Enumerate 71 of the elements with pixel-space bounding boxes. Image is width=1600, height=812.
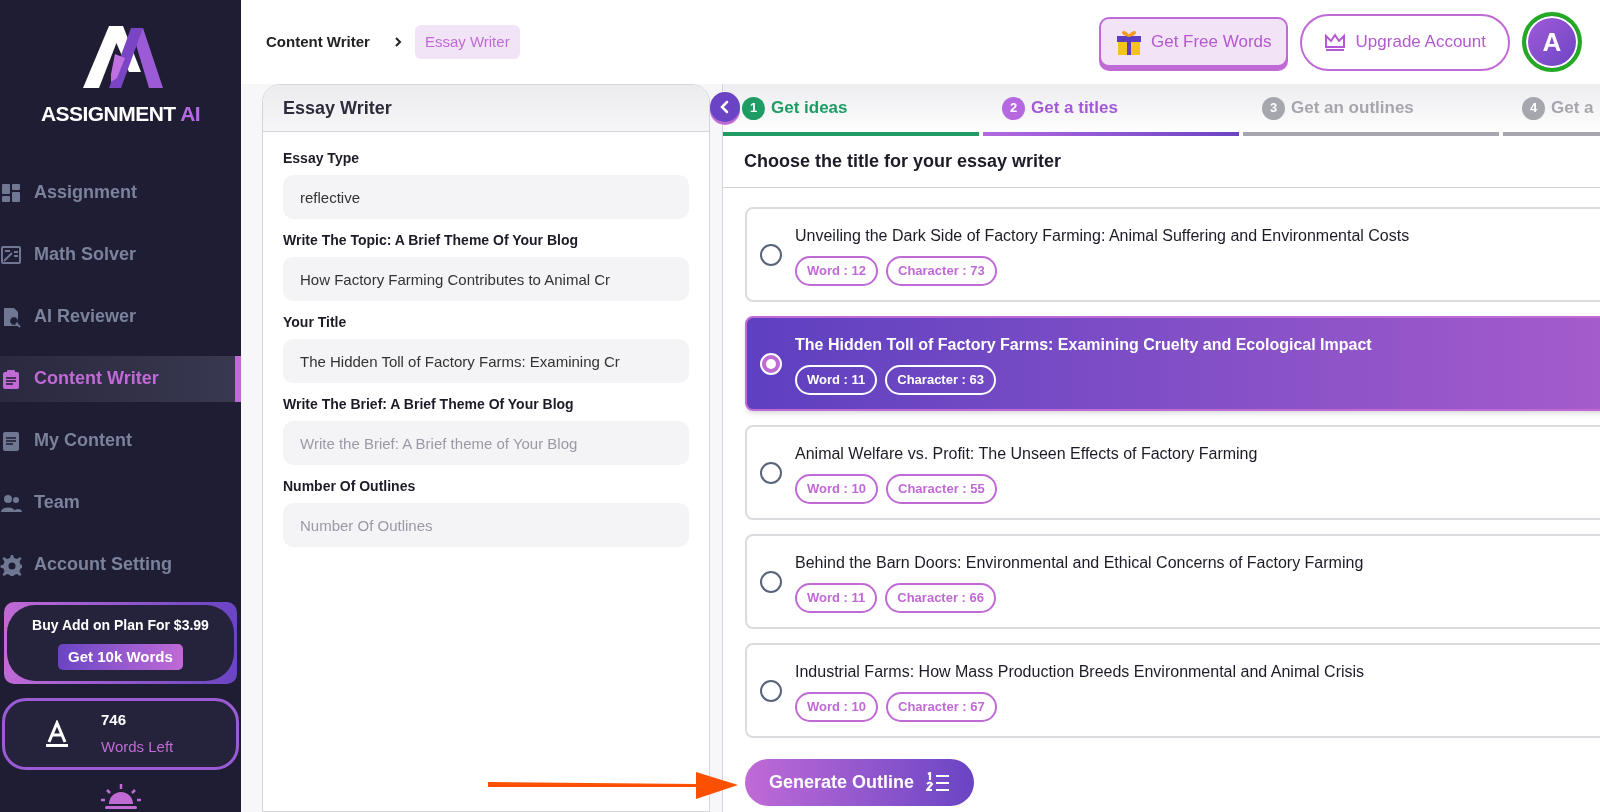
- nav-item[interactable]: My Content: [0, 417, 241, 464]
- clipboard-icon: [0, 367, 22, 390]
- generate-outline-button[interactable]: Generate Outline: [745, 759, 975, 806]
- section-heading: Choose the title for your essay writer: [744, 150, 1062, 173]
- words-count: 746: [101, 710, 128, 731]
- step-number: 2: [1002, 96, 1025, 120]
- title-text: Unveiling the Dark Side of Factory Farming: Animal Suffering and Environmental Costs: [795, 225, 1410, 246]
- breadcrumb-link[interactable]: Essay Writer: [414, 24, 520, 60]
- title-text: Behind the Barn Doors: Environmental and Ethical Concerns of Factory Farming: [795, 552, 1364, 573]
- words-left-label: Words Left: [101, 736, 174, 757]
- word-count-tag: Word : 10: [795, 473, 878, 504]
- word-count-tag: Word : 11: [795, 582, 878, 613]
- logo-text: ASSIGNMENT AI: [40, 101, 201, 127]
- radio-button[interactable]: [760, 679, 782, 702]
- nav-item[interactable]: Account Setting: [0, 541, 241, 588]
- title-text: Animal Welfare vs. Profit: The Unseen Effects of Factory Farming: [795, 443, 1258, 464]
- title-text: Industrial Farms: How Mass Production Breeds Environmental and Animal Crisis: [795, 661, 1365, 682]
- chevron-right-icon: [392, 36, 403, 48]
- gift-icon: [1114, 28, 1143, 56]
- input-field[interactable]: Write the Brief: A Brief theme of Your Blog: [283, 421, 689, 465]
- chevron-left-icon: [719, 100, 731, 114]
- avatar[interactable]: A: [1522, 12, 1582, 72]
- input-field[interactable]: How Factory Farming Contributes to Animal Cr: [283, 257, 689, 301]
- get-words-button[interactable]: Get 10k Words: [58, 643, 183, 671]
- word-count-tag: Word : 11: [795, 364, 878, 395]
- upgrade-account-button[interactable]: Upgrade Account: [1299, 13, 1510, 71]
- radio-button[interactable]: [760, 243, 782, 266]
- character-count-tag: Character : 73: [886, 255, 997, 286]
- word-count-tag: Word : 12: [795, 255, 878, 286]
- step-tab[interactable]: 4 Get a: [1522, 84, 1594, 132]
- field-label: Your Title: [283, 313, 348, 332]
- word-count-tag: Word : 10: [795, 691, 878, 722]
- input-field[interactable]: reflective: [283, 175, 689, 219]
- sunrise-icon[interactable]: [98, 782, 143, 812]
- crown-icon: [1323, 32, 1346, 52]
- title-option[interactable]: Unveiling the Dark Side of Factory Farming: Animal Suffering and Environmental Costs Word : 12 Character : 73: [745, 207, 1600, 302]
- character-count-tag: Character : 67: [886, 691, 997, 722]
- field-label: Essay Type: [283, 149, 360, 168]
- step-number: 1: [742, 96, 765, 120]
- step-tab[interactable]: 3 Get an outlines: [1262, 84, 1414, 132]
- title-option[interactable]: The Hidden Toll of Factory Farms: Examining Cruelty and Ecological Impact Word : 11 Character : 63: [745, 316, 1600, 411]
- step-tab[interactable]: 2 Get a titles: [1002, 84, 1118, 132]
- grid-icon: [0, 181, 22, 204]
- nav-item[interactable]: Content Writer: [0, 355, 241, 402]
- step-tab[interactable]: 1 Get ideas: [742, 84, 848, 132]
- breadcrumb-link[interactable]: Content Writer: [263, 30, 373, 54]
- step-number: 4: [1522, 96, 1545, 120]
- title-option[interactable]: Animal Welfare vs. Profit: The Unseen Effects of Factory Farming Word : 10 Character : 55: [745, 425, 1600, 520]
- title-option[interactable]: Behind the Barn Doors: Environmental and Ethical Concerns of Factory Farming Word : 11 Character : 66: [745, 534, 1600, 629]
- character-count-tag: Character : 63: [885, 364, 996, 395]
- numbered-list-icon: [926, 771, 951, 794]
- character-count-tag: Character : 66: [885, 582, 996, 613]
- title-option[interactable]: Industrial Farms: How Mass Production Breeds Environmental and Animal Crisis Word : 10 Character : 67: [745, 643, 1600, 738]
- title-text: The Hidden Toll of Factory Farms: Examining Cruelty and Ecological Impact: [795, 334, 1372, 355]
- radio-button[interactable]: [760, 461, 782, 484]
- field-label: Number Of Outlines: [283, 477, 417, 496]
- panel-title: Essay Writer: [283, 96, 392, 120]
- nav-item[interactable]: Team: [0, 479, 241, 526]
- character-count-tag: Character : 55: [886, 473, 997, 504]
- field-label: Write The Brief: A Brief Theme Of Your Blog: [283, 395, 575, 414]
- nav-item[interactable]: Assignment: [0, 169, 241, 216]
- nav-item[interactable]: Math Solver: [0, 231, 241, 278]
- input-field[interactable]: The Hidden Toll of Factory Farms: Examining Cr: [283, 339, 689, 383]
- field-label: Write The Topic: A Brief Theme Of Your Blog: [283, 231, 580, 250]
- step-number: 3: [1262, 96, 1285, 120]
- letter-a-icon: [43, 719, 71, 748]
- nav-item[interactable]: AI Reviewer: [0, 293, 241, 340]
- radio-button[interactable]: [760, 570, 782, 593]
- promo-text: Buy Add on Plan For $3.99: [32, 615, 209, 635]
- input-field[interactable]: Number Of Outlines: [283, 503, 689, 547]
- calculator-icon: [0, 243, 22, 266]
